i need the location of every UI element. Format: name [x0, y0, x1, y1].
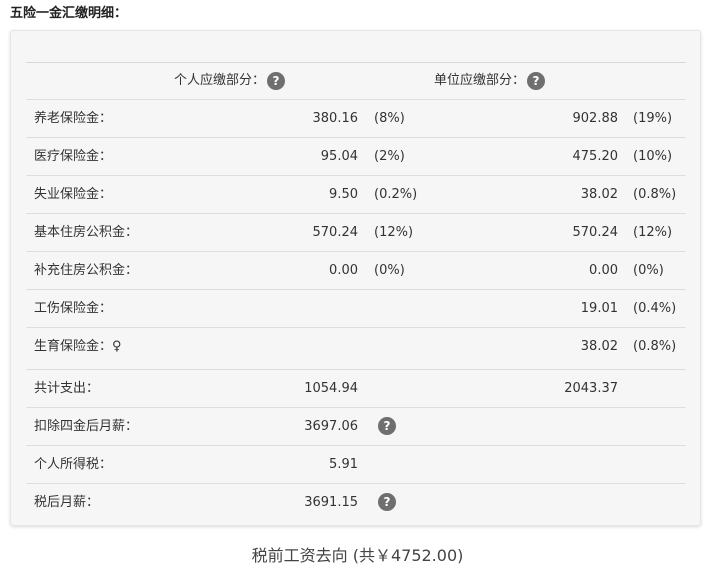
- personal-amount: 380.16: [312, 111, 359, 126]
- row-label: 个人所得税：: [34, 457, 113, 472]
- personal-rate: (0.2%): [374, 187, 418, 202]
- company-amount: 0.00: [589, 263, 618, 278]
- header-personal: 个人应缴部分：?: [174, 63, 286, 99]
- chart-caption: 税前工资去向 (共￥4752.00): [251, 546, 464, 565]
- summary-row-net-salary: 税后月薪： 3691.15 ?: [26, 484, 686, 521]
- header-company: 单位应缴部分：?: [434, 63, 546, 99]
- company-amount: 19.01: [580, 301, 618, 316]
- help-icon[interactable]: ?: [527, 71, 546, 90]
- personal-total: 1054.94: [304, 381, 358, 396]
- company-rate: (19%): [633, 111, 673, 126]
- company-rate: (0.4%): [633, 301, 677, 316]
- company-rate: (12%): [633, 225, 673, 240]
- company-rate: (10%): [633, 149, 673, 164]
- income-tax-amount: 5.91: [329, 457, 358, 472]
- row-label: 补充住房公积金：: [34, 263, 139, 278]
- help-icon[interactable]: ?: [378, 417, 396, 435]
- company-rate: (0%): [633, 263, 664, 278]
- personal-amount: 95.04: [320, 149, 358, 164]
- row-label: 基本住房公积金：: [34, 225, 139, 240]
- section-title: 五险一金汇缴明细：: [10, 6, 128, 21]
- company-amount: 902.88: [572, 111, 619, 126]
- help-icon[interactable]: ?: [378, 493, 396, 511]
- header-company-label: 单位应缴部分：: [434, 73, 526, 88]
- help-icon[interactable]: ?: [267, 71, 286, 90]
- summary-row-after-funds: 扣除四金后月薪： 3697.06 ?: [26, 408, 686, 446]
- row-label: 税后月薪：: [34, 495, 100, 510]
- company-amount: 38.02: [580, 187, 618, 202]
- company-amount: 38.02: [580, 339, 618, 354]
- table-row: 工伤保险金： 19.01 (0.4%): [26, 290, 686, 328]
- table-row: 养老保险金： 380.16 (8%) 902.88 (19%): [26, 100, 686, 138]
- personal-rate: (0%): [374, 263, 405, 278]
- insurance-table: 个人应缴部分：? 单位应缴部分：? 养老保险金： 380.16 (8%) 902…: [26, 62, 686, 521]
- personal-rate: (2%): [374, 149, 405, 164]
- summary-row-income-tax: 个人所得税： 5.91: [26, 446, 686, 484]
- table-row: 基本住房公积金： 570.24 (12%) 570.24 (12%): [26, 214, 686, 252]
- table-row: 补充住房公积金： 0.00 (0%) 0.00 (0%): [26, 252, 686, 290]
- company-amount: 570.24: [572, 225, 619, 240]
- net-salary-amount: 3691.15: [304, 495, 358, 510]
- table-row: 医疗保险金： 95.04 (2%) 475.20 (10%): [26, 138, 686, 176]
- row-label: 生育保险金：♀: [34, 339, 122, 354]
- personal-amount: 570.24: [312, 225, 359, 240]
- table-row: 失业保险金： 9.50 (0.2%) 38.02 (0.8%): [26, 176, 686, 214]
- company-total: 2043.37: [564, 381, 618, 396]
- row-label: 医疗保险金：: [34, 149, 113, 164]
- table-row: 生育保险金：♀ 38.02 (0.8%): [26, 328, 686, 370]
- row-label: 扣除四金后月薪：: [34, 419, 139, 434]
- table-header-row: 个人应缴部分：? 单位应缴部分：?: [26, 63, 686, 100]
- summary-row-total: 共计支出： 1054.94 2043.37: [26, 370, 686, 408]
- row-label: 工伤保险金：: [34, 301, 113, 316]
- personal-rate: (8%): [374, 111, 405, 126]
- insurance-detail-panel: 个人应缴部分：? 单位应缴部分：? 养老保险金： 380.16 (8%) 902…: [10, 30, 701, 526]
- company-rate: (0.8%): [633, 339, 677, 354]
- row-label: 共计支出：: [34, 381, 100, 396]
- salary-after-funds: 3697.06: [304, 419, 358, 434]
- personal-amount: 0.00: [329, 263, 358, 278]
- company-amount: 475.20: [572, 149, 619, 164]
- row-label: 失业保险金：: [34, 187, 113, 202]
- header-personal-label: 个人应缴部分：: [174, 73, 266, 88]
- company-rate: (0.8%): [633, 187, 677, 202]
- personal-rate: (12%): [374, 225, 414, 240]
- row-label: 养老保险金：: [34, 111, 113, 126]
- personal-amount: 9.50: [329, 187, 358, 202]
